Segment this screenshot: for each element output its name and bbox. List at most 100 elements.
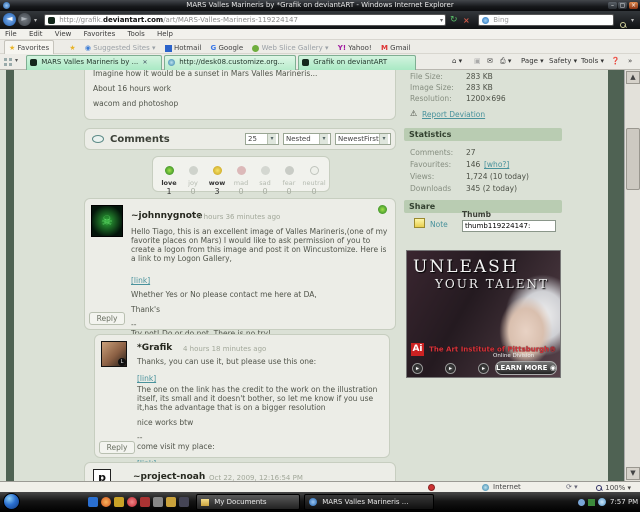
- comment-username[interactable]: ~johnnygnote: [131, 211, 202, 221]
- tab-customize-org[interactable]: http://desk08.customize.org...: [164, 55, 296, 70]
- menu-edit[interactable]: Edit: [29, 30, 43, 38]
- ad-play-button-1[interactable]: ▸: [412, 363, 423, 374]
- tray-messenger-icon[interactable]: [598, 498, 606, 506]
- menu-help[interactable]: Help: [157, 30, 173, 38]
- emotion-mad[interactable]: mad 0: [229, 160, 253, 196]
- stats-downloads-value: 345 (2 today): [466, 184, 517, 193]
- comment-link[interactable]: [link]: [131, 276, 150, 285]
- note-link[interactable]: Note: [430, 220, 448, 229]
- favbar-google[interactable]: G Google: [211, 41, 244, 55]
- reply-button[interactable]: Reply: [99, 441, 135, 454]
- ad-play-button-3[interactable]: ▸: [478, 363, 489, 374]
- quick-launch-ie-icon[interactable]: [88, 497, 98, 507]
- love-emote-icon: [165, 166, 174, 175]
- favbar-suggested-sites[interactable]: ◉ Suggested Sites ▾: [85, 41, 156, 55]
- taskbar-clock[interactable]: 7:57 PM: [610, 495, 638, 509]
- search-placeholder: Bing: [493, 16, 509, 24]
- avatar-johnnygnote[interactable]: ☠: [91, 205, 123, 237]
- protected-mode-icon[interactable]: ⟳ ▾: [566, 482, 578, 492]
- sort-order-select[interactable]: NewestFirst▾: [335, 133, 391, 145]
- quick-launch-icon-6[interactable]: [153, 497, 163, 507]
- taskbar-button-mars-valles[interactable]: MARS Valles Marineris ...: [304, 494, 434, 510]
- emotion-love[interactable]: love 1: [157, 160, 181, 196]
- forward-button[interactable]: ►: [18, 13, 31, 26]
- comment-username[interactable]: *Grafik: [137, 343, 172, 353]
- search-input[interactable]: Bing: [478, 14, 614, 26]
- comment-username[interactable]: ~project-noah: [133, 472, 205, 481]
- menu-tools[interactable]: Tools: [127, 30, 144, 38]
- emotion-count: 0: [301, 187, 327, 196]
- tray-network-icon[interactable]: [578, 499, 585, 506]
- safety-menu-button[interactable]: Safety ▾: [549, 54, 577, 69]
- comment-link[interactable]: [link]: [137, 374, 156, 383]
- menu-view[interactable]: View: [55, 30, 72, 38]
- tab-label: Grafik on deviantART: [313, 58, 387, 66]
- help-button[interactable]: ❓: [611, 54, 620, 69]
- read-mail-button[interactable]: ✉: [487, 54, 493, 69]
- vertical-scrollbar[interactable]: ▲ ▼: [624, 70, 640, 481]
- tools-menu-button[interactable]: Tools ▾: [581, 54, 604, 69]
- stats-favourites-who-link[interactable]: [who?]: [484, 160, 509, 169]
- reply-button[interactable]: Reply: [89, 312, 125, 325]
- print-button[interactable]: ⎙ ▾: [500, 54, 511, 69]
- scrollbar-thumb[interactable]: [626, 128, 640, 190]
- emotion-sad[interactable]: sad 0: [253, 160, 277, 196]
- quick-launch-icon-3[interactable]: [114, 497, 124, 507]
- emotion-fear[interactable]: fear 0: [277, 160, 301, 196]
- scroll-up-button[interactable]: ▲: [626, 71, 640, 84]
- ad-play-button-2[interactable]: ▸: [445, 363, 456, 374]
- comment-timestamp: Oct 22, 2009, 12:16:54 PM: [209, 474, 303, 481]
- tab-mars-valles[interactable]: MARS Valles Marineris by ... ✕: [26, 55, 162, 70]
- learn-more-button[interactable]: LEARN MORE ◉: [495, 361, 557, 375]
- favbar-gmail[interactable]: M Gmail: [381, 41, 411, 55]
- minimize-button[interactable]: –: [608, 2, 617, 9]
- refresh-button[interactable]: ↻: [450, 15, 458, 25]
- address-bar[interactable]: http://grafik.deviantart.com/art/MARS-Va…: [44, 14, 446, 26]
- search-options-dropdown[interactable]: ▾: [631, 17, 634, 24]
- emotion-wow[interactable]: wow 3: [205, 160, 229, 196]
- tab-list-dropdown[interactable]: ▾: [15, 57, 18, 64]
- feed-button[interactable]: ▣: [474, 54, 481, 69]
- favbar-web-slice[interactable]: Web Slice Gallery ▾: [252, 41, 328, 55]
- view-mode-select[interactable]: Nested▾: [283, 133, 331, 145]
- add-favorite-star-icon[interactable]: ★: [69, 41, 75, 55]
- emotion-label: sad: [253, 179, 277, 187]
- thumb-code-input[interactable]: [462, 220, 556, 232]
- quick-launch-icon-5[interactable]: [140, 497, 150, 507]
- menu-favorites[interactable]: Favorites: [84, 30, 116, 38]
- page-menu-button[interactable]: Page ▾: [521, 54, 544, 69]
- stop-button[interactable]: ×: [463, 16, 470, 25]
- quick-launch-firefox-icon[interactable]: [101, 497, 111, 507]
- menu-file[interactable]: File: [5, 30, 17, 38]
- ad-banner[interactable]: UNLEASH YOUR TALENT Ai The Art Institute…: [406, 250, 561, 378]
- taskbar-button-my-documents[interactable]: My Documents: [196, 494, 300, 510]
- deviation-description-card: Imagine how it would be a sunset in Mars…: [84, 70, 396, 120]
- home-button[interactable]: ⌂ ▾: [452, 54, 462, 69]
- close-button[interactable]: ×: [629, 2, 638, 9]
- back-button[interactable]: ◄: [3, 13, 16, 26]
- avatar-project-noah[interactable]: p: [93, 469, 111, 481]
- tab-close-icon[interactable]: ✕: [143, 59, 148, 66]
- quick-launch-display-icon[interactable]: [179, 497, 189, 507]
- favbar-item-label: Suggested Sites: [93, 44, 150, 52]
- zoom-magnifier-icon: [596, 485, 603, 492]
- emotion-joy[interactable]: joy 0: [181, 160, 205, 196]
- address-dropdown-icon[interactable]: ▾: [440, 16, 443, 26]
- per-page-select[interactable]: 25▾: [245, 133, 279, 145]
- scroll-down-button[interactable]: ▼: [626, 467, 640, 480]
- command-bar-overflow-icon[interactable]: »: [628, 54, 632, 69]
- tab-grafik[interactable]: Grafik on deviantART: [298, 55, 416, 70]
- favbar-yahoo[interactable]: Y! Yahoo!: [338, 41, 372, 55]
- maximize-button[interactable]: ▢: [618, 2, 627, 9]
- avatar-grafik[interactable]: L: [101, 341, 127, 367]
- favbar-hotmail[interactable]: Hotmail: [165, 41, 202, 55]
- start-button[interactable]: [3, 493, 20, 510]
- report-deviation-link[interactable]: Report Deviation: [422, 110, 485, 119]
- quick-tabs-button[interactable]: [4, 58, 12, 66]
- quick-launch-folder-icon[interactable]: [166, 497, 176, 507]
- quick-launch-opera-icon[interactable]: [127, 497, 137, 507]
- window-title: MARS Valles Marineris by *Grafik on devi…: [186, 1, 453, 9]
- tray-update-icon[interactable]: [588, 499, 595, 506]
- emotion-neutral[interactable]: neutral 0: [301, 160, 327, 196]
- recent-pages-dropdown[interactable]: ▾: [34, 17, 37, 24]
